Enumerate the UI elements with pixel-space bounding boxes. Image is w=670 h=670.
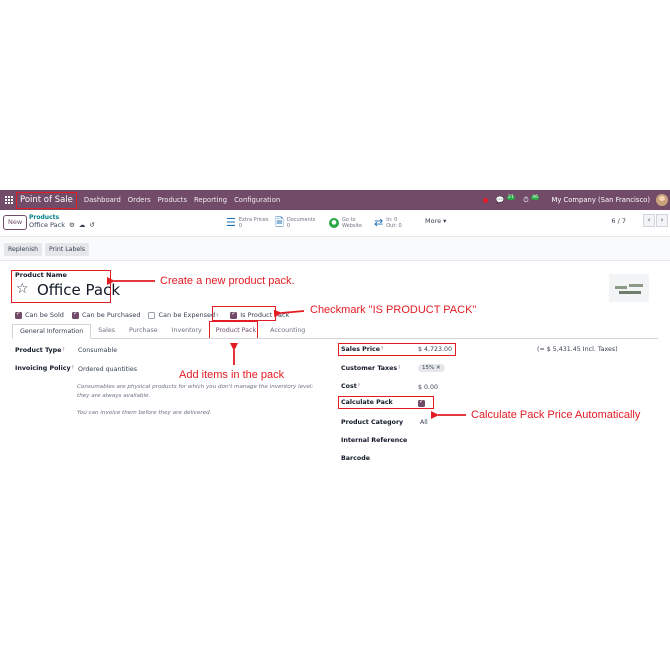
list-icon: ☰ [226, 215, 236, 229]
checkbox-checked-icon[interactable] [71, 310, 79, 319]
pager-next-icon[interactable]: › [656, 214, 668, 227]
customer-taxes-label: Customer Taxes? [341, 365, 401, 372]
print-labels-button[interactable]: Print Labels [45, 243, 90, 256]
tab-sales[interactable]: Sales [91, 324, 122, 338]
extra-prices-button[interactable]: ☰ Extra Prices 0 [226, 213, 268, 232]
checkbox-checked-icon[interactable] [15, 310, 22, 319]
in-out-button[interactable]: ⇄ In: 0 Out: 0 [374, 213, 402, 232]
product-type-select[interactable]: Consumable [78, 347, 117, 354]
invoicing-policy-label: Invoicing Policy? [15, 365, 74, 372]
breadcrumb-parent[interactable]: Products [29, 214, 95, 221]
annotation-add-items: Add items in the pack [179, 369, 285, 381]
gear-icon[interactable]: ⚙ [69, 221, 75, 229]
sales-price-field[interactable]: $ 4,723.00 [418, 346, 452, 353]
calculate-pack-label: Calculate Pack [341, 399, 393, 406]
user-avatar[interactable] [656, 194, 668, 206]
product-type-label: Product Type? [15, 347, 65, 354]
menu-dashboard[interactable]: Dashboard [84, 196, 121, 204]
is-product-pack-checkbox[interactable]: Is Product Pack [230, 310, 289, 319]
tax-tag[interactable]: 15% ✕ [418, 364, 445, 372]
can-be-purchased-checkbox[interactable]: Can be Purchased [71, 310, 140, 319]
sales-price-label: Sales Price? [341, 346, 384, 353]
consumable-help-text: Consumables are physical products for wh… [77, 384, 314, 399]
action-bar: Replenish Print Labels [0, 237, 670, 261]
can-be-expensed-checkbox[interactable]: Can be Expensed? [148, 311, 218, 319]
breadcrumb-current-label: Office Pack [29, 221, 65, 229]
incl-taxes-text: (= $ 5,431.45 Incl. Taxes) [537, 346, 618, 353]
checkbox-checked-icon[interactable] [230, 310, 238, 319]
product-options: Can be Sold Can be Purchased Can be Expe… [15, 310, 297, 319]
pager-value[interactable]: 6 / 7 [611, 217, 626, 225]
replenish-button[interactable]: Replenish [4, 243, 43, 256]
documents-button[interactable]: 🗎 Documents 0 [275, 213, 315, 232]
calculate-pack-checkbox[interactable] [418, 398, 425, 407]
internal-reference-label: Internal Reference [341, 437, 408, 444]
cost-field[interactable]: $ 0.00 [418, 384, 438, 391]
tab-accounting[interactable]: Accounting [263, 324, 312, 338]
control-panel: New Products Office Pack ⚙ ☁ ↺ ☰ Extra P… [0, 210, 670, 237]
odoo-window: Point of Sale Dashboard Orders Products … [0, 190, 670, 480]
breadcrumb-current: Office Pack ⚙ ☁ ↺ [29, 221, 95, 229]
can-be-sold-checkbox[interactable]: Can be Sold [15, 310, 64, 319]
status-dot-icon[interactable] [482, 197, 488, 203]
product-name-field[interactable]: Office Pack [37, 281, 120, 299]
annotation-calc-price: Calculate Pack Price Automatically [471, 409, 641, 421]
breadcrumb: Products Office Pack ⚙ ☁ ↺ [29, 214, 95, 229]
cost-label: Cost? [341, 383, 360, 390]
more-dropdown[interactable]: More ▾ [425, 217, 446, 225]
document-icon: 🗎 [275, 215, 284, 229]
chat-icon[interactable]: 💬 [496, 196, 505, 204]
form-tabs: General Information Sales Purchase Inven… [12, 324, 658, 339]
menu-reporting[interactable]: Reporting [194, 196, 227, 204]
checkbox-unchecked-icon[interactable] [148, 311, 156, 319]
company-switcher[interactable]: My Company (San Francisco) [551, 196, 650, 204]
transfer-arrows-icon: ⇄ [374, 215, 384, 229]
apps-grid-icon[interactable] [2, 190, 16, 210]
pager-previous-icon[interactable]: ‹ [643, 214, 655, 227]
menu-configuration[interactable]: Configuration [234, 196, 280, 204]
activities-badge: 46 [530, 194, 540, 200]
form-sheet: Product Name ☆ Office Pack Can be Sold C… [0, 262, 670, 480]
tab-product-pack[interactable]: Product Pack [209, 324, 263, 338]
cloud-upload-icon[interactable]: ☁ [79, 221, 86, 229]
product-name-label: Product Name [15, 271, 67, 279]
menu-orders[interactable]: Orders [128, 196, 151, 204]
product-category-label: Product Category [341, 419, 404, 426]
tab-general-information[interactable]: General Information [12, 324, 92, 339]
menu-products[interactable]: Products [158, 196, 187, 204]
messages-badge: 21 [506, 194, 516, 200]
invoice-help-text: You can invoice them before they are del… [77, 410, 212, 416]
barcode-label: Barcode [341, 455, 370, 462]
activity-clock-icon[interactable]: ⏱ [523, 196, 528, 205]
globe-icon: ● [329, 217, 339, 228]
top-navbar: Point of Sale Dashboard Orders Products … [0, 190, 670, 210]
product-category-field[interactable]: All [420, 419, 428, 426]
product-image[interactable] [609, 274, 649, 302]
new-button[interactable]: New [3, 215, 28, 230]
annotation-is-product-pack: Checkmark "IS PRODUCT PACK" [310, 304, 477, 316]
invoicing-policy-select[interactable]: Ordered quantities [78, 366, 137, 373]
discard-icon[interactable]: ↺ [89, 221, 94, 229]
annotation-create-pack: Create a new product pack. [160, 275, 295, 287]
go-to-website-button[interactable]: ● Go to Website [329, 213, 362, 232]
favorite-star-icon[interactable]: ☆ [16, 281, 29, 297]
app-name[interactable]: Point of Sale [16, 191, 77, 209]
tab-purchase[interactable]: Purchase [122, 324, 165, 338]
tab-inventory[interactable]: Inventory [165, 324, 209, 338]
